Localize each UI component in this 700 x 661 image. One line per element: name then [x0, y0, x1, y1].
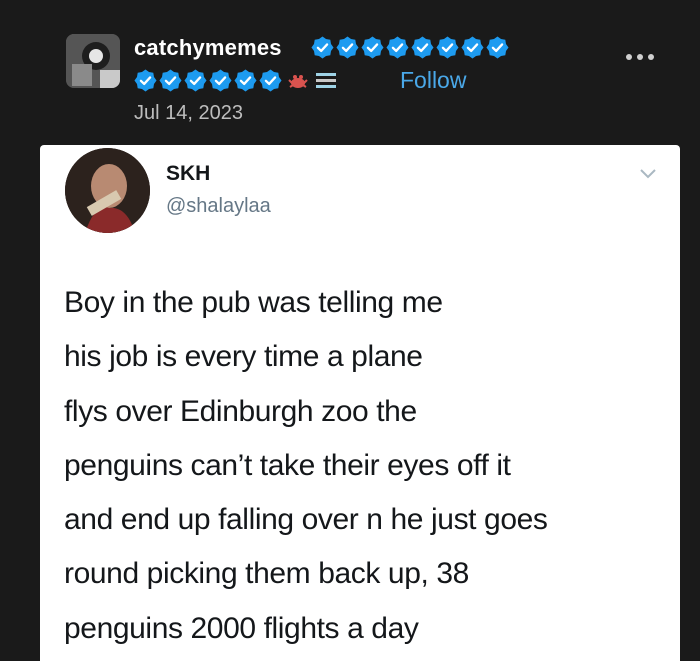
crab-icon [288, 74, 308, 88]
follow-button[interactable]: Follow [400, 67, 466, 94]
dot [626, 54, 632, 60]
tweet-line: Boy in the pub was telling me [64, 286, 443, 319]
post-header: catchymemes Follow Jul 14, 2023 [0, 0, 700, 140]
verified-badge-icon [411, 36, 434, 59]
tweet-display-name[interactable]: SKH [166, 162, 210, 186]
tweet-line: penguins 2000 flights a day [64, 611, 419, 645]
verified-badges-row-1 [311, 36, 509, 59]
verified-badges-row-2 [134, 69, 338, 92]
more-options-icon[interactable] [626, 52, 656, 62]
verified-badge-icon [386, 36, 409, 59]
tweet-line: his job is every time a plane [64, 340, 423, 374]
verified-badge-icon [311, 36, 334, 59]
chevron-down-icon[interactable] [638, 167, 658, 181]
verified-badge-icon [461, 36, 484, 59]
verified-badge-icon [336, 36, 359, 59]
post-date: Jul 14, 2023 [134, 102, 243, 124]
tweet-text: Boy in the pub was telling me his job is… [64, 276, 664, 656]
dot [648, 54, 654, 60]
dot [637, 54, 643, 60]
tweet-handle[interactable]: @shalaylaa [166, 195, 271, 218]
verified-badge-icon [486, 36, 509, 59]
tweet-line: flys over Edinburgh zoo the [64, 394, 417, 428]
bookshelf-icon [316, 72, 336, 88]
verified-badge-icon [159, 69, 182, 92]
tweet-line: penguins can’t take their eyes off it [64, 448, 511, 482]
verified-badge-icon [361, 36, 384, 59]
username[interactable]: catchymemes [134, 35, 282, 61]
user-avatar[interactable] [66, 34, 120, 88]
verified-badge-icon [209, 69, 232, 92]
verified-badge-icon [134, 69, 157, 92]
verified-badge-icon [436, 36, 459, 59]
verified-badge-icon [259, 69, 282, 92]
verified-badge-icon [234, 69, 257, 92]
tweet-line: round picking them back up, 38 [64, 557, 469, 591]
verified-badge-icon [184, 69, 207, 92]
tweet-avatar[interactable] [65, 148, 150, 233]
embedded-tweet: SKH @shalaylaa Boy in the pub was tellin… [40, 145, 680, 661]
tweet-line: and end up falling over n he just goes [64, 503, 548, 537]
